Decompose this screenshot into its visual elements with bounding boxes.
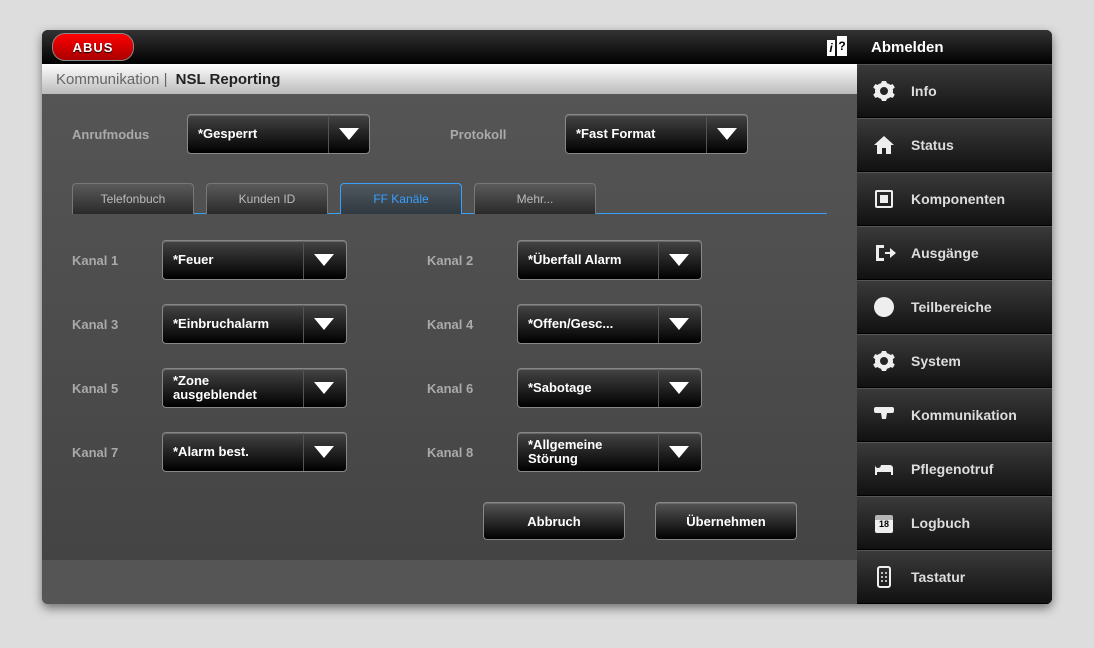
sidebar-item-label: Status <box>911 137 954 153</box>
sidebar-item-label: Ausgänge <box>911 245 979 261</box>
kanal8-dropdown[interactable]: *Allgemeine Störung <box>517 432 702 472</box>
keypad-icon <box>871 564 897 590</box>
sidebar-item-pflegenotruf[interactable]: Pflegenotruf <box>857 442 1052 496</box>
home-icon <box>871 132 897 158</box>
kanal5-dropdown[interactable]: *Zone ausgeblendet <box>162 368 347 408</box>
sidebar-item-kommunikation[interactable]: Kommunikation <box>857 388 1052 442</box>
kanal3-label: Kanal 3 <box>72 317 162 332</box>
chevron-down-icon <box>658 369 699 407</box>
kanal4-value: *Offen/Gesc... <box>518 305 658 343</box>
sidebar-item-label: Kommunikation <box>911 407 1017 423</box>
kanal2-label: Kanal 2 <box>427 253 517 268</box>
chevron-down-icon <box>328 115 369 153</box>
protokoll-label: Protokoll <box>450 127 545 142</box>
sidebar-item-info[interactable]: Info <box>857 64 1052 118</box>
breadcrumb: Kommunikation | NSL Reporting <box>42 64 857 94</box>
pie-icon <box>871 294 897 320</box>
chevron-down-icon <box>658 433 699 471</box>
kanal1-dropdown[interactable]: *Feuer <box>162 240 347 280</box>
kanal5-value: *Zone ausgeblendet <box>163 369 303 407</box>
channels-grid: Kanal 1 *Feuer Kanal 2 *Überfall Alarm K… <box>72 240 827 472</box>
breadcrumb-parent: Kommunikation <box>56 71 159 88</box>
calendar-day: 18 <box>871 519 897 529</box>
kanal1-value: *Feuer <box>163 241 303 279</box>
kanal3-value: *Einbruchalarm <box>163 305 303 343</box>
help-icon[interactable]: i? <box>827 36 847 56</box>
sidebar-item-status[interactable]: Status <box>857 118 1052 172</box>
tabs: Telefonbuch Kunden ID FF Kanäle Mehr... <box>72 182 827 214</box>
kanal8-label: Kanal 8 <box>427 445 517 460</box>
sidebar-item-label: Logbuch <box>911 515 970 531</box>
gears-icon <box>871 348 897 374</box>
apply-button[interactable]: Übernehmen <box>655 502 797 540</box>
sidebar-item-label: Pflegenotruf <box>911 461 993 477</box>
phone-icon <box>871 402 897 428</box>
breadcrumb-current: NSL Reporting <box>176 71 281 88</box>
cancel-button[interactable]: Abbruch <box>483 502 625 540</box>
protokoll-dropdown[interactable]: *Fast Format <box>565 114 748 154</box>
kanal8-value: *Allgemeine Störung <box>518 433 658 471</box>
sidebar-item-logbuch[interactable]: 18 Logbuch <box>857 496 1052 550</box>
anrufmodus-value: *Gesperrt <box>188 115 328 153</box>
breadcrumb-sep: | <box>164 71 168 88</box>
kanal4-label: Kanal 4 <box>427 317 517 332</box>
sidebar-item-komponenten[interactable]: Komponenten <box>857 172 1052 226</box>
chevron-down-icon <box>658 241 699 279</box>
kanal7-value: *Alarm best. <box>163 433 303 471</box>
tab-ff-kanaele[interactable]: FF Kanäle <box>340 183 462 214</box>
kanal2-dropdown[interactable]: *Überfall Alarm <box>517 240 702 280</box>
kanal6-label: Kanal 6 <box>427 381 517 396</box>
kanal7-dropdown[interactable]: *Alarm best. <box>162 432 347 472</box>
sidebar-item-teilbereiche[interactable]: Teilbereiche <box>857 280 1052 334</box>
action-row: Abbruch Übernehmen <box>72 502 827 540</box>
sidebar-item-label: Teilbereiche <box>911 299 992 315</box>
kanal6-value: *Sabotage <box>518 369 658 407</box>
chevron-down-icon <box>303 305 344 343</box>
sidebar-item-tastatur[interactable]: Tastatur <box>857 550 1052 604</box>
chevron-down-icon <box>303 433 344 471</box>
anrufmodus-dropdown[interactable]: *Gesperrt <box>187 114 370 154</box>
chevron-down-icon <box>658 305 699 343</box>
sidebar-item-label: System <box>911 353 961 369</box>
calendar-icon: 18 <box>871 510 897 536</box>
kanal5-label: Kanal 5 <box>72 381 162 396</box>
anrufmodus-label: Anrufmodus <box>72 127 167 142</box>
protokoll-value: *Fast Format <box>566 115 706 153</box>
kanal4-dropdown[interactable]: *Offen/Gesc... <box>517 304 702 344</box>
sidebar-item-ausgaenge[interactable]: Ausgänge <box>857 226 1052 280</box>
main-column: ABUS i? Kommunikation | NSL Reporting An… <box>42 30 857 604</box>
bed-icon <box>871 456 897 482</box>
content-area: Anrufmodus *Gesperrt Protokoll *Fast For… <box>42 94 857 560</box>
tab-telefonbuch[interactable]: Telefonbuch <box>72 183 194 214</box>
sidebar-item-label: Komponenten <box>911 191 1005 207</box>
tab-mehr[interactable]: Mehr... <box>474 183 596 214</box>
gears-icon <box>871 78 897 104</box>
kanal6-dropdown[interactable]: *Sabotage <box>517 368 702 408</box>
sidebar-item-label: Info <box>911 83 937 99</box>
sidebar-item-label: Tastatur <box>911 569 965 585</box>
kanal2-value: *Überfall Alarm <box>518 241 658 279</box>
logout-link[interactable]: Abmelden <box>857 30 1052 64</box>
chevron-down-icon <box>706 115 747 153</box>
sidebar-item-system[interactable]: System <box>857 334 1052 388</box>
square-icon <box>871 186 897 212</box>
kanal1-label: Kanal 1 <box>72 253 162 268</box>
brand-logo: ABUS <box>52 33 134 61</box>
chevron-down-icon <box>303 369 344 407</box>
kanal7-label: Kanal 7 <box>72 445 162 460</box>
sidebar: Abmelden Info Status Komponenten Ausgäng… <box>857 30 1052 604</box>
app-frame: ABUS i? Kommunikation | NSL Reporting An… <box>42 30 1052 604</box>
exit-arrow-icon <box>871 240 897 266</box>
titlebar: ABUS i? <box>42 30 857 64</box>
kanal3-dropdown[interactable]: *Einbruchalarm <box>162 304 347 344</box>
chevron-down-icon <box>303 241 344 279</box>
tab-kunden-id[interactable]: Kunden ID <box>206 183 328 214</box>
